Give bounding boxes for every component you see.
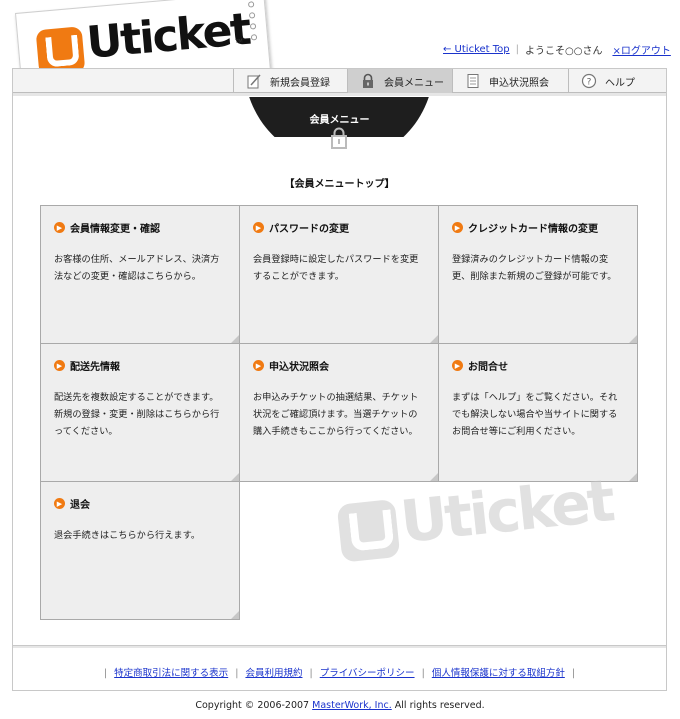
footer-link-tokutei[interactable]: 特定商取引法に関する表示 xyxy=(114,668,228,679)
section-title: 【会員メニュートップ】 xyxy=(284,179,395,190)
help-icon: ? xyxy=(581,73,597,89)
copyright: Copyright © 2006-2007 MasterWork, Inc. A… xyxy=(0,700,680,711)
card-order-status[interactable]: ▶ 申込状況照会 お申込みチケットの抽選結果、チケット状況をご確認頂けます。当選チ… xyxy=(239,343,439,482)
company-link[interactable]: MasterWork, Inc. xyxy=(312,700,392,711)
logo-tm: TM xyxy=(235,38,243,45)
uticket-top-link[interactable]: ← Uticket Top xyxy=(443,44,510,55)
card-title[interactable]: ▶ お問合せ xyxy=(452,358,508,373)
footer-link-terms[interactable]: 会員利用規約 xyxy=(245,668,302,679)
card-title[interactable]: ▶ パスワードの変更 xyxy=(253,220,349,235)
nav-item-label: 申込状況照会 xyxy=(489,77,549,89)
card-credit-card[interactable]: ▶ クレジットカード情報の変更 登録済みのクレジットカード情報の変更、削除また新規… xyxy=(438,205,638,344)
card-description: お申込みチケットの抽選結果、チケット状況をご確認頂けます。当選チケットの購入手続… xyxy=(253,392,419,437)
form-icon xyxy=(246,73,262,89)
card-description: お客様の住所、メールアドレス、決済方法などの変更・確認はこちらから。 xyxy=(54,254,220,282)
footer-divider xyxy=(13,645,666,648)
card-title[interactable]: ▶ 配送先情報 xyxy=(54,358,120,373)
lock-icon xyxy=(360,73,376,89)
hero-title: 会員メニュー xyxy=(309,115,370,126)
arrow-right-icon: ▶ xyxy=(253,360,264,371)
nav-item-register[interactable]: 新規会員登録 xyxy=(233,69,347,93)
lock-icon xyxy=(329,127,349,152)
card-description: まずは「ヘルプ」をご覧ください。それでも解決しない場合や当サイトに関するお問合せ… xyxy=(452,392,618,437)
card-withdraw[interactable]: ▶ 退会 退会手続きはこちらから行えます。 xyxy=(40,481,240,620)
card-member-info[interactable]: ▶ 会員情報変更・確認 お客様の住所、メールアドレス、決済方法などの変更・確認はこ… xyxy=(40,205,240,344)
arrow-right-icon: ▶ xyxy=(253,222,264,233)
card-title-text: 退会 xyxy=(70,500,90,511)
footer-link-privacy[interactable]: プライバシーポリシー xyxy=(320,668,415,679)
arrow-right-icon: ▶ xyxy=(54,222,65,233)
card-title[interactable]: ▶ 申込状況照会 xyxy=(253,358,329,373)
logout-link[interactable]: ×ログアウト xyxy=(612,42,670,57)
divider: | xyxy=(515,44,520,55)
card-inquiry[interactable]: ▶ お問合せ まずは「ヘルプ」をご覧ください。それでも解決しない場合や当サイトに関… xyxy=(438,343,638,482)
nav-item-label: 会員メニュー xyxy=(384,77,444,89)
card-title-text: クレジットカード情報の変更 xyxy=(468,224,598,235)
nav-strip xyxy=(13,93,666,96)
document-icon xyxy=(465,73,481,89)
header-links: ← Uticket Top | ようこそ○○さん ×ログアウト xyxy=(443,42,671,57)
copyright-prefix: Copyright © 2006-2007 xyxy=(195,700,310,711)
main-frame: 新規会員登録 会員メニュー 申込状況照会 ? ヘルプ 会員メニュー 【会員メニュ… xyxy=(12,68,667,691)
arrow-right-icon: ▶ xyxy=(54,498,65,509)
nav-item-label: 新規会員登録 xyxy=(270,77,330,89)
card-title-text: 申込状況照会 xyxy=(269,362,329,373)
card-title-text: 会員情報変更・確認 xyxy=(70,224,160,235)
copyright-suffix: All rights reserved. xyxy=(394,700,485,711)
footer-links: | 特定商取引法に関する表示 | 会員利用規約 | プライバシーポリシー | 個… xyxy=(103,668,576,679)
svg-text:?: ? xyxy=(587,78,592,88)
arrow-right-icon: ▶ xyxy=(452,222,463,233)
card-title-text: お問合せ xyxy=(468,362,508,373)
nav-bar: 新規会員登録 会員メニュー 申込状況照会 ? ヘルプ xyxy=(13,69,666,93)
nav-item-member-menu[interactable]: 会員メニュー xyxy=(347,69,452,93)
nav-item-help[interactable]: ? ヘルプ xyxy=(568,69,666,93)
card-delivery[interactable]: ▶ 配送先情報 配送先を複数設定することができます。新規の登録・変更・削除はこちら… xyxy=(40,343,240,482)
card-description: 配送先を複数設定することができます。新規の登録・変更・削除はこちらから行ってくだ… xyxy=(54,392,220,437)
welcome-text: ようこそ○○さん xyxy=(525,46,603,57)
card-description: 登録済みのクレジットカード情報の変更、削除また新規のご登録が可能です。 xyxy=(452,254,617,282)
nav-item-label: ヘルプ xyxy=(605,77,635,89)
card-title[interactable]: ▶ クレジットカード情報の変更 xyxy=(452,220,598,235)
card-title[interactable]: ▶ 退会 xyxy=(54,496,90,511)
card-title-text: パスワードの変更 xyxy=(269,224,349,235)
card-description: 会員登録時に設定したパスワードを変更することができます。 xyxy=(253,254,419,282)
logo-mark-icon xyxy=(336,498,401,563)
arrow-right-icon: ▶ xyxy=(54,360,65,371)
nav-item-status[interactable]: 申込状況照会 xyxy=(452,69,568,93)
arrow-right-icon: ▶ xyxy=(452,360,463,371)
logo-text: Uticket xyxy=(84,3,252,69)
card-title[interactable]: ▶ 会員情報変更・確認 xyxy=(54,220,160,235)
card-password[interactable]: ▶ パスワードの変更 会員登録時に設定したパスワードを変更することができます。 xyxy=(239,205,439,344)
footer-link-personal-info[interactable]: 個人情報保護に対する取組方針 xyxy=(432,668,565,679)
card-title-text: 配送先情報 xyxy=(70,362,120,373)
card-description: 退会手続きはこちらから行えます。 xyxy=(54,530,201,541)
